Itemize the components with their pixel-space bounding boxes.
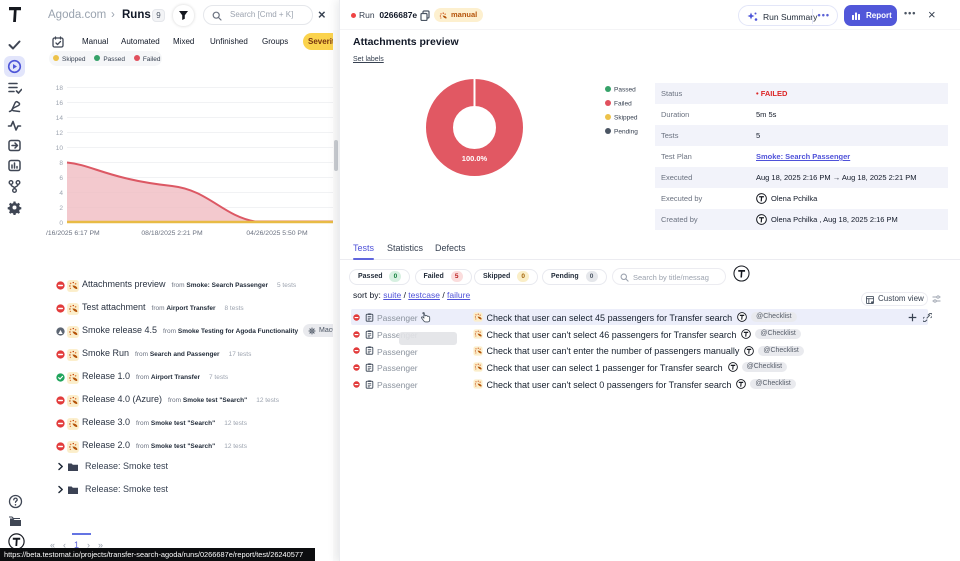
svg-text:8: 8 (59, 160, 63, 167)
svg-text:4: 4 (59, 190, 63, 197)
svg-text:04/26/2025 5:50 PM: 04/26/2025 5:50 PM (246, 230, 308, 237)
svg-text:18: 18 (56, 85, 64, 92)
svg-text:100.0%: 100.0% (462, 154, 488, 163)
svg-text:12: 12 (56, 130, 64, 137)
svg-text:10: 10 (56, 145, 64, 152)
svg-text:/16/2025 6:17 PM: /16/2025 6:17 PM (46, 230, 100, 237)
svg-text:0: 0 (59, 220, 63, 227)
svg-text:16: 16 (56, 100, 64, 107)
svg-text:14: 14 (56, 115, 64, 122)
svg-text:08/18/2025 2:21 PM: 08/18/2025 2:21 PM (141, 230, 203, 237)
svg-text:2: 2 (59, 205, 63, 212)
svg-text:6: 6 (59, 175, 63, 182)
